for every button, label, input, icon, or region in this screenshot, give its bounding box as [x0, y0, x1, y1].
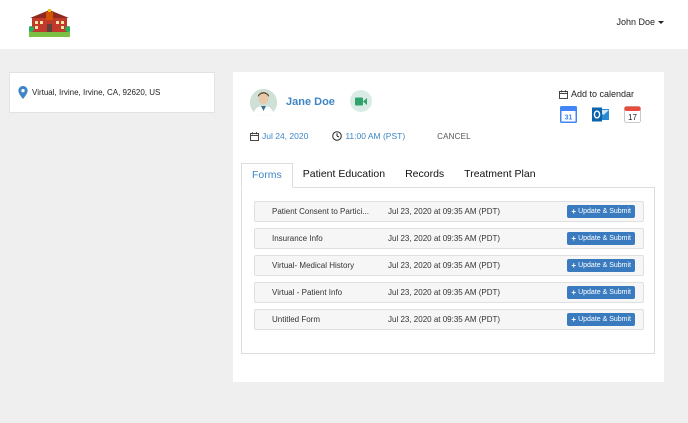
patient-avatar [250, 89, 277, 116]
appointment-time-text: 11:00 AM (PST) [345, 131, 406, 141]
patient-name[interactable]: Jane Doe [286, 96, 335, 108]
form-row[interactable]: Virtual- Medical History Jul 23, 2020 at… [254, 255, 644, 276]
update-submit-button[interactable]: + Update & Submit [567, 232, 635, 245]
form-row[interactable]: Patient Consent to Partici... Jul 23, 20… [254, 201, 644, 222]
plus-icon: + [571, 315, 577, 324]
caret-down-icon [658, 20, 664, 24]
clock-icon [332, 131, 343, 141]
video-camera-icon [355, 97, 367, 105]
add-to-calendar-link[interactable]: Add to calendar [559, 89, 634, 99]
location-card: Virtual, Irvine, Irvine, CA, 92620, US [9, 72, 215, 113]
map-pin-icon [18, 86, 28, 99]
appointment-date-text: Jul 24, 2020 [262, 131, 309, 141]
form-date: Jul 23, 2020 at 09:35 AM (PDT) [388, 207, 501, 216]
form-date: Jul 23, 2020 at 09:35 AM (PDT) [388, 288, 501, 297]
top-bar: John Doe [0, 0, 688, 49]
update-submit-label: Update & Submit [578, 262, 631, 269]
update-submit-button[interactable]: + Update & Submit [567, 259, 635, 272]
tab-patient-education[interactable]: Patient Education [293, 163, 395, 188]
tab-records[interactable]: Records [395, 163, 454, 188]
apple-calendar-day: 17 [628, 113, 637, 122]
form-row[interactable]: Untitled Form Jul 23, 2020 at 09:35 AM (… [254, 309, 644, 330]
apple-calendar-icon[interactable]: 17 [624, 106, 641, 123]
plus-icon: + [571, 261, 577, 270]
school-building-logo[interactable] [28, 9, 71, 37]
location-address: Virtual, Irvine, Irvine, CA, 92620, US [32, 88, 161, 97]
plus-icon: + [571, 288, 577, 297]
form-name: Insurance Info [272, 234, 323, 243]
form-name: Patient Consent to Partici... [272, 207, 369, 216]
form-date: Jul 23, 2020 at 09:35 AM (PDT) [388, 261, 501, 270]
form-row[interactable]: Virtual - Patient Info Jul 23, 2020 at 0… [254, 282, 644, 303]
update-submit-button[interactable]: + Update & Submit [567, 205, 635, 218]
appointment-card: Jane Doe Add to calendar 31 17 Jul 24, 2… [233, 72, 664, 382]
tab-bar: Forms Patient Education Records Treatmen… [241, 163, 546, 188]
tab-treatment-plan[interactable]: Treatment Plan [454, 163, 545, 188]
update-submit-button[interactable]: + Update & Submit [567, 286, 635, 299]
appointment-date: Jul 24, 2020 [250, 131, 308, 141]
google-calendar-icon[interactable]: 31 [560, 106, 577, 123]
form-date: Jul 23, 2020 at 09:35 AM (PDT) [388, 315, 501, 324]
google-calendar-day: 31 [565, 115, 573, 122]
form-row[interactable]: Insurance Info Jul 23, 2020 at 09:35 AM … [254, 228, 644, 249]
user-menu[interactable]: John Doe [616, 17, 664, 27]
form-name: Virtual - Patient Info [272, 288, 343, 297]
appointment-details: Jul 24, 2020 11:00 AM (PST) CANCEL [250, 131, 471, 141]
update-submit-label: Update & Submit [578, 208, 631, 215]
update-submit-button[interactable]: + Update & Submit [567, 313, 635, 326]
appointment-time: 11:00 AM (PST) [332, 131, 405, 141]
calendar-icon [250, 131, 259, 141]
forms-panel: Patient Consent to Partici... Jul 23, 20… [241, 187, 655, 354]
user-name: John Doe [616, 17, 655, 27]
form-name: Virtual- Medical History [272, 261, 355, 270]
plus-icon: + [571, 234, 577, 243]
update-submit-label: Update & Submit [578, 316, 631, 323]
add-to-calendar-label: Add to calendar [571, 89, 635, 99]
form-date: Jul 23, 2020 at 09:35 AM (PDT) [388, 234, 501, 243]
video-call-button[interactable] [350, 90, 372, 112]
outlook-icon[interactable] [592, 106, 609, 123]
tab-forms[interactable]: Forms [241, 163, 293, 188]
form-name: Untitled Form [272, 315, 321, 324]
update-submit-label: Update & Submit [578, 235, 631, 242]
update-submit-label: Update & Submit [578, 289, 631, 296]
plus-icon: + [571, 207, 577, 216]
calendar-icon [559, 89, 568, 99]
calendar-options: 31 17 [560, 106, 641, 123]
cancel-appointment-button[interactable]: CANCEL [437, 132, 471, 141]
